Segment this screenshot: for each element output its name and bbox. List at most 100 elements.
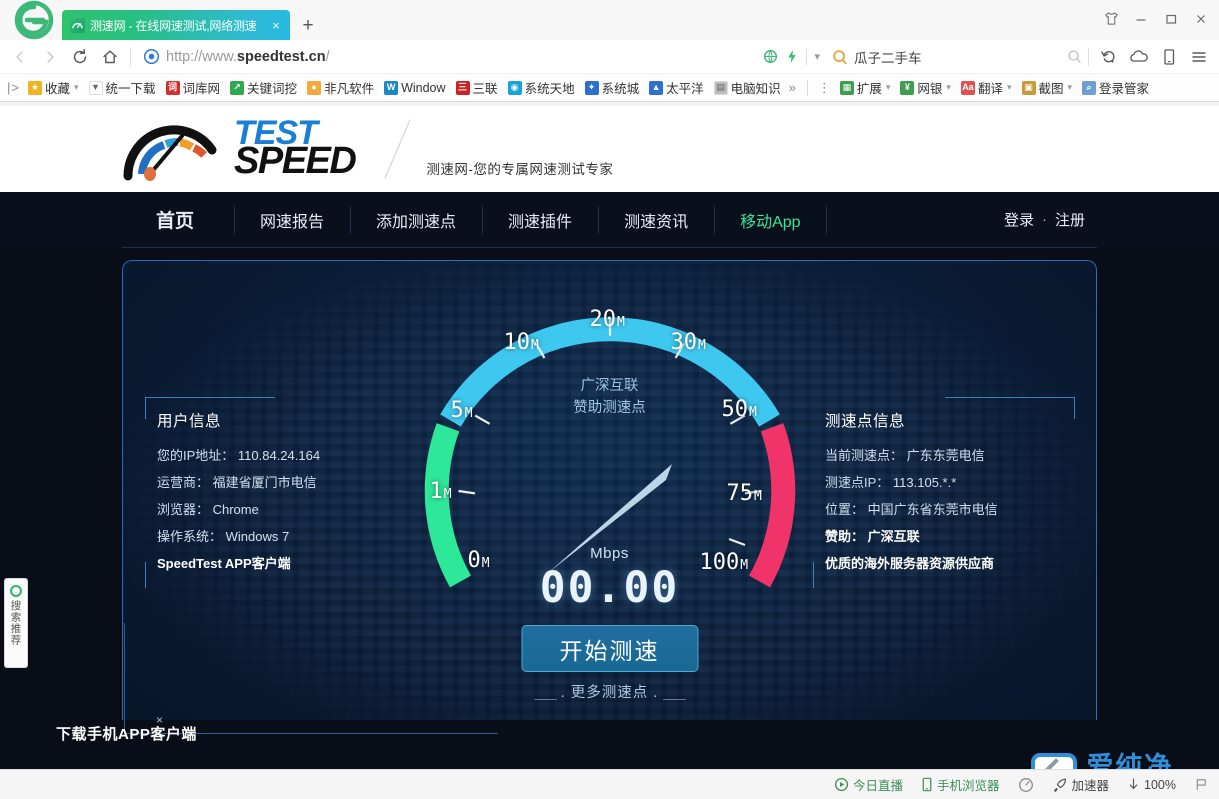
start-test-button[interactable]: 开始测速 xyxy=(521,625,698,672)
mobile-browser-button[interactable]: 手机浏览器 xyxy=(921,775,1000,794)
bookmark-item[interactable]: ▲太平洋 xyxy=(644,76,709,99)
node-info-line: 位置： 中国广东省东莞市电信 xyxy=(825,497,1075,524)
address-bar[interactable]: http://www.speedtest.cn/ ▾ xyxy=(137,43,830,71)
live-today-button[interactable]: 今日直播 xyxy=(834,775,903,794)
speedometer-logo-icon xyxy=(120,114,232,184)
accelerator-label: 加速器 xyxy=(1072,775,1110,794)
zoom-level-label: 100% xyxy=(1144,778,1176,792)
bookmark-label: 电脑知识 xyxy=(731,78,781,97)
bookmark-item[interactable]: ●非凡软件 xyxy=(302,76,379,99)
speedometer-status-icon xyxy=(1018,777,1034,793)
gauge-tick-5: 5M xyxy=(451,398,473,423)
toolbar-app-label: 登录管家 xyxy=(1099,78,1149,97)
login-manager-icon: ⌕ xyxy=(1082,81,1096,95)
bookmark-item[interactable]: ✦系统城 xyxy=(580,76,645,99)
tab-close-icon[interactable]: × xyxy=(268,18,284,33)
accelerator-button[interactable]: 加速器 xyxy=(1052,775,1110,794)
skin-shirt-icon[interactable] xyxy=(1097,6,1125,32)
lightning-icon[interactable] xyxy=(785,49,799,64)
bracket-top-left xyxy=(145,397,275,398)
menu-icon[interactable] xyxy=(1185,43,1213,71)
site-nav-item-3[interactable]: 添加测速点 xyxy=(350,192,482,248)
app-download-text[interactable]: 下载手机APP客户端 xyxy=(28,723,197,744)
bookmarks-overflow-button[interactable]: » xyxy=(786,80,800,95)
bookmark-item[interactable]: WWindow xyxy=(379,79,450,97)
bookmarks-divider xyxy=(807,80,808,96)
bookmark-item[interactable]: 三三联 xyxy=(451,76,503,99)
search-recommend-tab[interactable]: 搜索推荐 xyxy=(4,578,28,668)
chevron-left-icon[interactable] xyxy=(6,43,34,71)
translate-tool-icon: Aa xyxy=(961,81,975,95)
toolbar-app-item[interactable]: ¥网银▾ xyxy=(895,76,956,99)
browser-tab[interactable]: 测速网 - 在线网速测试,网络测速 × xyxy=(62,10,290,40)
search-input[interactable]: 瓜子二手车 xyxy=(832,43,1082,71)
sponsor-line-2: 赞助测速点 xyxy=(573,397,646,419)
toolbar-app-item[interactable]: ▦扩展▾ xyxy=(835,76,896,99)
search-recommend-label: 搜索推荐 xyxy=(9,600,24,646)
search-engine-icon xyxy=(832,49,848,65)
magnifier-icon[interactable] xyxy=(1067,49,1082,64)
bookmark-item[interactable]: ↗关键词挖 xyxy=(225,76,302,99)
banner-vertical-line xyxy=(124,623,125,733)
page-content: TEST SPEED 测速网-您的专属网速测试专家 首页网速报告添加测速点测速插… xyxy=(0,106,1219,769)
chevron-right-icon[interactable] xyxy=(36,43,64,71)
bookmark-label: 关键词挖 xyxy=(247,78,297,97)
bracket-bottom-left xyxy=(145,562,146,588)
site-nav-item-4[interactable]: 测速插件 xyxy=(482,192,598,248)
minimize-button[interactable] xyxy=(1127,6,1155,32)
bookmark-item[interactable]: ◉系统天地 xyxy=(503,76,580,99)
new-tab-button[interactable]: + xyxy=(294,12,322,40)
register-link[interactable]: 注册 xyxy=(1055,209,1085,230)
user-info-line: 您的IP地址： 110.84.24.164 xyxy=(157,443,395,470)
search-query-text: 瓜子二手车 xyxy=(854,47,922,67)
mobile-browser-label: 手机浏览器 xyxy=(937,775,1000,794)
maximize-button[interactable] xyxy=(1157,6,1185,32)
chevron-down-icon[interactable]: ▾ xyxy=(814,50,820,63)
toolbar-app-item[interactable]: ⌕登录管家 xyxy=(1077,76,1154,99)
bookmarks-expand-icon[interactable]: |> xyxy=(4,80,23,95)
app-download-banner[interactable]: 下载手机APP客户端 × xyxy=(28,713,498,753)
site-slogan: 测速网-您的专属网速测试专家 xyxy=(426,158,613,178)
home-icon[interactable] xyxy=(96,43,124,71)
site-nav-item-2[interactable]: 网速报告 xyxy=(234,192,350,248)
toolbar-app-item[interactable]: ▣截图▾ xyxy=(1017,76,1078,99)
bookmark-item[interactable]: ▤电脑知识 xyxy=(709,76,786,99)
header-slash-divider xyxy=(385,119,411,178)
logo-speed-text: SPEED xyxy=(234,145,355,178)
browser-logo-icon xyxy=(6,0,62,40)
account-separator: · xyxy=(1042,211,1047,228)
speedometer-status-button[interactable] xyxy=(1018,777,1034,793)
chevron-down-icon[interactable]: ▾ xyxy=(74,82,79,93)
mobile-icon[interactable] xyxy=(1155,43,1183,71)
history-back-icon[interactable] xyxy=(1095,43,1123,71)
sponsor-text: 广深互联 赞助测速点 xyxy=(573,375,646,420)
speed-value-display: 00.00 xyxy=(540,563,679,613)
more-nodes-link[interactable]: ___ . 更多测速点 . ___ xyxy=(534,681,684,702)
site-nav-item-6[interactable]: 移动App xyxy=(714,192,826,248)
user-info-app-link[interactable]: SpeedTest APP客户端 xyxy=(157,551,395,578)
chevron-down-icon[interactable]: ▾ xyxy=(1068,82,1073,93)
chevron-down-icon[interactable]: ▾ xyxy=(1007,82,1012,93)
gauge-tick-30: 30M xyxy=(671,330,706,355)
chevron-down-icon[interactable]: ▾ xyxy=(886,82,891,93)
login-link[interactable]: 登录 xyxy=(1004,209,1034,230)
speedtest-favicon-icon xyxy=(70,18,85,33)
cloud-icon[interactable] xyxy=(1125,43,1153,71)
site-nav-item-1[interactable]: 首页 xyxy=(122,192,234,248)
bookmark-item[interactable]: ★收藏▾ xyxy=(23,76,84,99)
watermark: 爱纯净 aichunjing.com xyxy=(1031,753,1213,769)
reload-icon[interactable] xyxy=(66,43,94,71)
toolbar-app-item[interactable]: Aa翻译▾ xyxy=(956,76,1017,99)
translate-icon[interactable] xyxy=(763,49,778,64)
close-button[interactable] xyxy=(1187,6,1215,32)
site-nav-item-5[interactable]: 测速资讯 xyxy=(598,192,714,248)
bookmark-item[interactable]: 词词库网 xyxy=(161,76,226,99)
browser-window: 测速网 - 在线网速测试,网络测速 × + xyxy=(0,0,1219,799)
chevron-down-icon[interactable]: ▾ xyxy=(946,82,951,93)
bookmark-item[interactable]: ▼统一下载 xyxy=(84,76,161,99)
flag-button[interactable] xyxy=(1194,777,1209,792)
download-site-icon: ▼ xyxy=(89,81,103,95)
toolbar-grip-icon[interactable]: ⋮ xyxy=(815,80,835,96)
site-logo[interactable]: TEST SPEED xyxy=(120,114,355,184)
zoom-level-button[interactable]: 100% xyxy=(1127,777,1176,792)
